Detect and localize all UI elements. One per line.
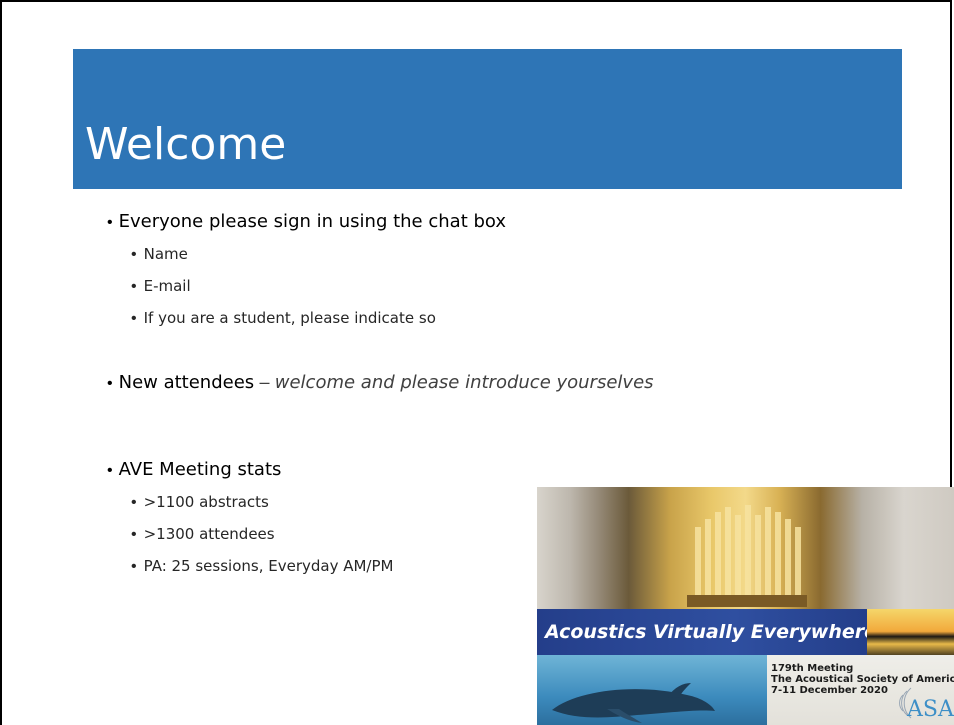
whale-graphic: [552, 683, 715, 723]
meeting-promo-image: Acoustics Virtually Everywhere 179th Mee…: [537, 487, 954, 725]
sub-bullet-text: PA: 25 sessions, Everyday AM/PM: [143, 557, 394, 575]
sub-bullet-text: If you are a student, please indicate so: [143, 309, 436, 327]
sub-bullet-abstracts: • >1100 abstracts: [131, 493, 269, 511]
meeting-dates: 7-11 December 2020: [771, 685, 888, 696]
bullet-dash: –: [259, 372, 270, 392]
society-name: The Acoustical Society of America: [771, 674, 954, 685]
organ-pipes-graphic: [687, 505, 807, 607]
sub-bullet-attendees: • >1300 attendees: [131, 525, 275, 543]
sunset-photo: [867, 609, 954, 659]
bullet-sign-in: • Everyone please sign in using the chat …: [107, 211, 506, 233]
bullet-dot: •: [107, 214, 113, 231]
bullet-new-attendees: • New attendees – welcome and please intr…: [107, 372, 654, 393]
sub-bullet-student: • If you are a student, please indicate s…: [131, 309, 436, 327]
bullet-text: New attendees: [118, 372, 255, 393]
slide-title: Welcome: [85, 119, 287, 170]
asa-logo: ASA: [907, 697, 954, 722]
bullet-ave-stats: • AVE Meeting stats: [107, 459, 282, 480]
sub-bullet-text: >1300 attendees: [143, 525, 275, 543]
bullet-emphasis: welcome and please introduce yourselves: [274, 372, 654, 393]
promo-banner: Acoustics Virtually Everywhere: [537, 609, 877, 655]
promo-banner-text: Acoustics Virtually Everywhere: [545, 621, 877, 643]
bullet-text: AVE Meeting stats: [118, 459, 282, 480]
bullet-text: Everyone please sign in using the chat b…: [118, 211, 507, 232]
sub-bullet-name: • Name: [131, 245, 188, 263]
meeting-number: 179th Meeting: [771, 663, 854, 674]
sub-bullet-text: E-mail: [143, 277, 191, 295]
sub-bullet-sessions: • PA: 25 sessions, Everyday AM/PM: [131, 557, 394, 575]
sub-bullet-text: >1100 abstracts: [143, 493, 269, 511]
sub-bullet-text: Name: [143, 245, 188, 263]
sub-bullet-email: • E-mail: [131, 277, 191, 295]
title-bar: Welcome: [73, 49, 902, 189]
